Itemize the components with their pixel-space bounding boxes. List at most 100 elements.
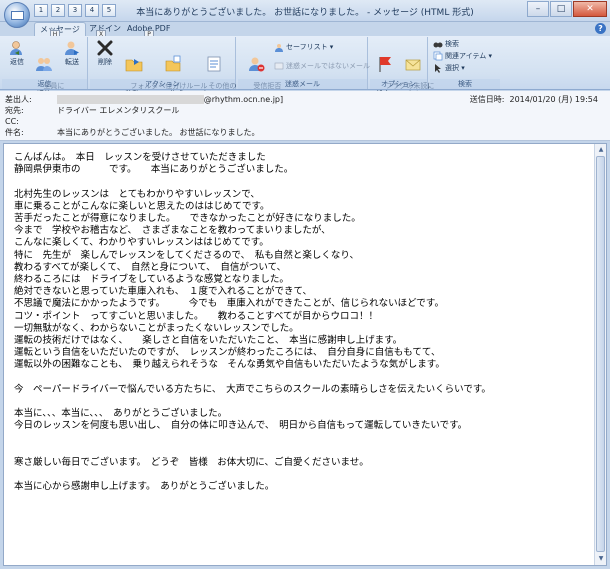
ribbon: 返信 全員に 返信 転送 返信 削除 フォルダへ 移動▾ 仕分けルール の作成 …	[0, 36, 610, 98]
related-items-icon	[433, 51, 443, 61]
group-find-label: 検索	[430, 79, 500, 89]
binoculars-icon	[433, 42, 443, 48]
sent-label: 送信日時:	[469, 95, 505, 104]
cc-row: CC:	[5, 116, 425, 127]
safe-list-icon	[275, 44, 283, 52]
body-line: 北村先生のレッスンは とてもわかりやすいレッスンで、	[14, 188, 260, 200]
to-value[interactable]: ドライバー エレメンタリスクール	[57, 105, 179, 116]
cc-label: CC:	[5, 117, 19, 126]
safe-list-label: セーフリスト ▾	[286, 43, 334, 51]
message-body-pane[interactable]: こんばんは。 本日 レッスンを受けさせていただきました 静岡県伊東市の です。 本…	[3, 143, 607, 566]
body-line: コツ・ポイント ってすごいと思いました。 教わることすべてが目からウロコ！！	[14, 310, 378, 322]
window-title: 本当にありがとうございました。 お世話になりました。 - メッセージ (HTML…	[136, 8, 474, 18]
body-line: 今まで 学校やお稽古など、 さまざまなことを教わってまいりましたが、	[14, 225, 331, 237]
find-label: 検索	[445, 40, 459, 48]
office-button[interactable]	[4, 2, 30, 28]
body-line: 苦手だったことが得意になりました。 できなかったことが好きになりました。	[14, 213, 361, 225]
sent-value: 2014/01/20 (月) 19:54	[509, 95, 599, 104]
subject-row: 件名: 本当にありがとうございました。 お世話になりました。	[5, 127, 425, 138]
body-line: 絶対できないと思っていた車庫入れも、 １度で入れることができて、	[14, 286, 313, 298]
group-junk: 受信拒否 リスト セーフリスト ▾ 迷惑メールではないメール 迷惑メール	[238, 37, 370, 98]
body-line: 今 ペーパードライバーで悩んでいる方たちに、 大声でこちらのスクールの素晴らしさ…	[14, 383, 491, 395]
maximize-button[interactable]: □	[550, 1, 572, 17]
related-items-button[interactable]: 関連アイテム ▾	[433, 51, 492, 61]
title-bar: 1 2 3 4 5 本当にありがとうございました。 お世話になりました。 - メ…	[0, 0, 610, 28]
body-line: 教わるすべてが楽しくて、 自然と身について、 自信がついて、	[14, 261, 287, 273]
vertical-scrollbar[interactable]: ▲ ▼	[594, 144, 606, 565]
window-controls: – □ ✕	[527, 1, 607, 17]
delete-button[interactable]: 削除	[94, 39, 116, 66]
close-button[interactable]: ✕	[573, 1, 607, 17]
body-line: 静岡県伊東市の です。 本当にありがとうございました。	[14, 164, 294, 176]
body-line	[14, 445, 594, 457]
sent-info: 送信日時: 2014/01/20 (月) 19:54	[470, 94, 598, 105]
find-button[interactable]: 検索	[433, 39, 459, 49]
safe-list-button[interactable]: セーフリスト ▾	[274, 42, 333, 52]
envelope-icon	[11, 11, 24, 20]
body-line: 寒さ厳しい毎日でございます。 どうぞ 皆様 お体大切に、ご自愛くださいませ。	[14, 457, 369, 469]
rules-icon	[165, 55, 181, 72]
body-line: 終わるころには ドライブをしているような感覚となりました。	[14, 274, 289, 286]
help-icon[interactable]: ?	[595, 23, 606, 34]
subject-label: 件名:	[5, 128, 24, 137]
body-line: 運転という自信をいただいたのですが、 レッスンが終わったころには、 自分自身に自…	[14, 347, 441, 359]
not-junk-button[interactable]: 迷惑メールではないメール	[274, 61, 370, 71]
forward-icon	[65, 41, 79, 55]
select-label: 選択 ▾	[445, 64, 465, 72]
block-sender-icon	[249, 57, 265, 72]
reply-icon	[10, 41, 22, 55]
body-line: 一切無駄がなく、わからないことがまったくないレッスンでした。	[14, 322, 299, 334]
subject-value: 本当にありがとうございました。 お世話になりました。	[57, 128, 260, 137]
from-label: 差出人:	[5, 95, 32, 104]
minimize-button[interactable]: –	[527, 1, 549, 17]
body-line	[14, 469, 594, 481]
group-options: フラグの 設定▾ 未読に する オプション	[370, 37, 434, 98]
related-items-label: 関連アイテム ▾	[445, 52, 493, 60]
body-line: 不思議で魔法にかかったようです。 今でも 車庫入れができたことが、信じられないほ…	[14, 298, 444, 310]
body-line	[14, 372, 594, 384]
body-line	[14, 176, 594, 188]
body-line	[14, 396, 594, 408]
scroll-thumb[interactable]	[596, 156, 605, 552]
delete-icon	[97, 40, 113, 56]
forward-button[interactable]: 転送	[60, 39, 84, 66]
group-find: 検索 関連アイテム ▾ 選択 ▾ 検索	[430, 37, 500, 89]
to-label: 宛先:	[5, 106, 24, 115]
body-line: 運転の技術だけではなく、 楽しさと自信をいただいたこと、 本当に感謝申し上げます…	[14, 335, 403, 347]
cursor-icon	[435, 64, 441, 73]
body-line: こんばんは。 本日 レッスンを受けさせていただきました	[14, 152, 266, 163]
group-action-label: アクション	[90, 79, 235, 89]
reply-all-icon	[36, 58, 52, 71]
not-junk-icon	[274, 62, 284, 70]
group-reply-label: 返信	[2, 79, 87, 89]
body-line: 車に乗ることがこんなに楽しいと思えたのははじめてです。	[14, 200, 270, 212]
group-action: 削除 フォルダへ 移動▾ 仕分けルール の作成 その他の アクション▾ アクショ…	[90, 37, 236, 98]
body-line: こんなに楽しくて、わかりやすいレッスンははじめてです。	[14, 237, 269, 249]
group-junk-label: 迷惑メール	[238, 79, 367, 89]
message-body[interactable]: こんばんは。 本日 レッスンを受けさせていただきました 静岡県伊東市の です。 本…	[14, 152, 594, 494]
body-line: 本当に心から感謝申し上げます。 ありがとうございました。	[14, 481, 275, 493]
ribbon-tabs: メッセージ H アドイン X Adobe PDF P ?	[0, 22, 610, 39]
delete-label: 削除	[98, 58, 112, 66]
select-button[interactable]: 選択 ▾	[433, 63, 465, 73]
body-line: 特に 先生が 楽しんでレッスンをしてくださるので、 私も自然と楽しくなり、	[14, 249, 359, 261]
scroll-down-icon[interactable]: ▼	[596, 554, 606, 564]
folder-move-icon	[125, 59, 143, 72]
body-line	[14, 433, 594, 445]
to-row: 宛先: ドライバー エレメンタリスクール	[5, 105, 425, 116]
message-header: 差出人: xxxxxxxxxxxxxxxxxxxxxxxxxxxxxxx@rhy…	[0, 91, 610, 141]
group-reply: 返信 全員に 返信 転送 返信	[2, 37, 88, 98]
not-junk-label: 迷惑メールではないメール	[286, 62, 370, 70]
other-actions-icon	[207, 56, 221, 72]
from-value[interactable]: xxxxxxxxxxxxxxxxxxxxxxxxxxxxxxx@rhythm.o…	[57, 94, 283, 105]
forward-label: 転送	[65, 58, 79, 66]
flag-icon	[379, 57, 391, 72]
envelope-unread-icon	[405, 59, 421, 71]
reply-label: 返信	[10, 58, 24, 66]
body-line: 運転以外の困難なことも、 乗り越えられそうな そんな勇気や自信もいただいたような…	[14, 359, 445, 371]
group-options-label: オプション	[370, 79, 427, 89]
reply-button[interactable]: 返信	[6, 39, 28, 66]
from-row: 差出人: xxxxxxxxxxxxxxxxxxxxxxxxxxxxxxx@rhy…	[5, 94, 425, 105]
scroll-up-icon[interactable]: ▲	[596, 145, 606, 155]
body-line: 今日のレッスンを何度も思い出し、 自分の体に叩き込んで、 明日から自信もって運転…	[14, 420, 468, 432]
